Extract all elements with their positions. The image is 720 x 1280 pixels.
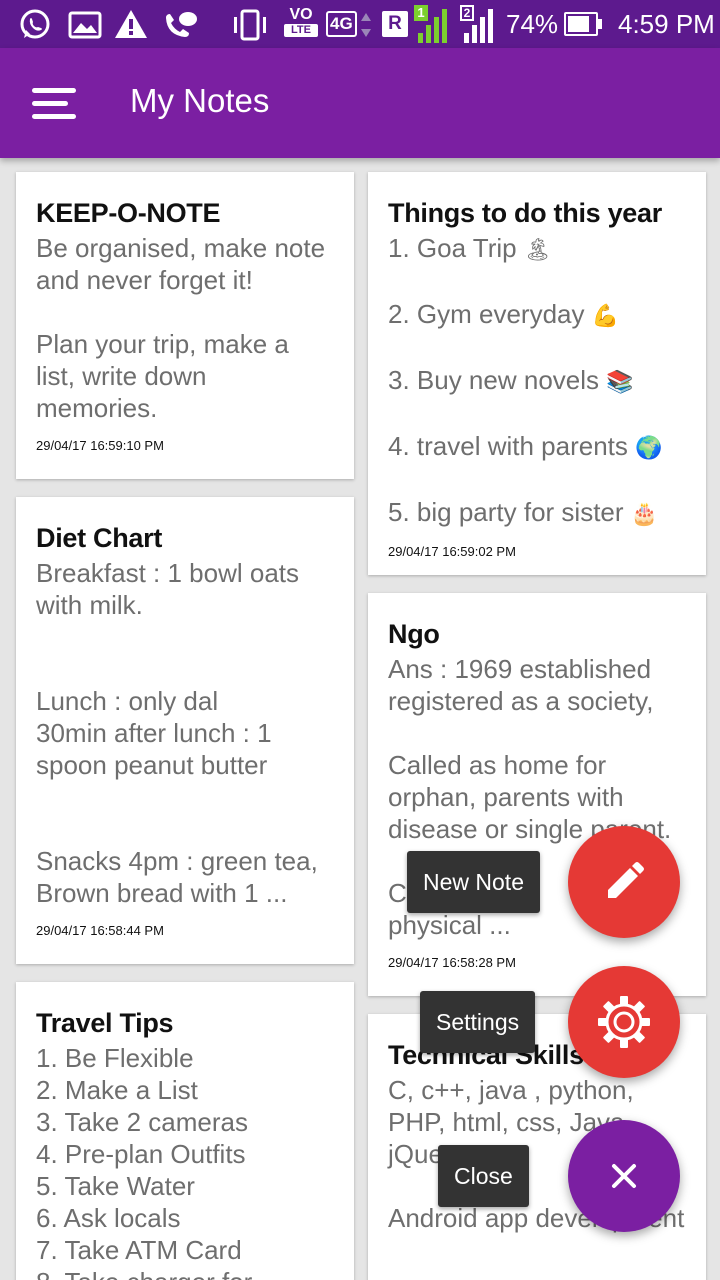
data-arrows-icon	[361, 13, 371, 37]
note-card[interactable]: Things to do this year 1. Goa Trip 🏝 2. …	[368, 172, 706, 575]
note-title: Things to do this year	[388, 198, 662, 228]
island-icon: 🏝	[523, 237, 552, 262]
4g-icon: 4G	[326, 11, 357, 37]
muscle-icon: 💪	[591, 303, 620, 328]
battery-icon	[564, 12, 604, 36]
app-title: My Notes	[130, 82, 270, 119]
settings-label[interactable]: Settings	[420, 991, 536, 1053]
warning-icon	[115, 10, 147, 38]
close-icon	[612, 1164, 636, 1188]
note-card[interactable]: KEEP-O-NOTE Be organised, make note and …	[16, 172, 354, 479]
gear-icon	[598, 996, 650, 1048]
pencil-icon	[608, 862, 644, 898]
app-bar: My Notes	[0, 48, 720, 158]
missed-call-icon	[166, 12, 197, 37]
settings-button[interactable]	[568, 966, 680, 1078]
note-title: KEEP-O-NOTE	[36, 198, 221, 228]
battery-percent: 74%	[506, 9, 559, 39]
note-date: 29/04/17 16:59:10 PM	[36, 438, 164, 453]
close-button[interactable]	[568, 1120, 680, 1232]
note-card[interactable]: Travel Tips 1. Be Flexible 2. Make a Lis…	[16, 982, 354, 1280]
vibrate-icon	[234, 9, 266, 41]
cake-icon: 🎂	[630, 501, 659, 526]
note-list-item: 5. big party for sister 🎂	[388, 497, 659, 527]
note-body: Be organised, make note and never forget…	[36, 233, 326, 423]
note-card[interactable]: Diet Chart Breakfast : 1 bowl oats with …	[16, 497, 354, 964]
signal-sim1-icon: 1	[414, 5, 454, 43]
note-body: Breakfast : 1 bowl oats with milk. Lunch…	[36, 558, 318, 908]
status-bar: VO LTE 4G R 1 2 74% 4:59 PM	[0, 0, 720, 48]
close-label[interactable]: Close	[438, 1145, 529, 1207]
whatsapp-icon	[20, 9, 50, 39]
status-time: 4:59 PM	[618, 9, 715, 39]
books-icon: 📚	[606, 369, 634, 394]
note-title: Ngo	[388, 619, 440, 649]
note-body: 1. Be Flexible 2. Make a List 3. Take 2 …	[36, 1043, 252, 1280]
note-list-item: 4. travel with parents 🌍	[388, 431, 663, 461]
signal-sim2-icon: 2	[460, 5, 500, 43]
volte-icon: VO LTE	[284, 6, 318, 44]
note-card[interactable]: Ngo Ans : 1969 established registered as…	[368, 593, 706, 996]
note-title: Diet Chart	[36, 523, 163, 553]
new-note-label[interactable]: New Note	[407, 851, 540, 913]
note-title: Travel Tips	[36, 1008, 174, 1038]
hamburger-icon[interactable]	[32, 86, 78, 120]
gallery-icon	[68, 11, 102, 39]
note-list-item: 3. Buy new novels 📚	[388, 365, 634, 395]
note-list-item: 2. Gym everyday 💪	[388, 299, 620, 329]
note-date: 29/04/17 16:58:44 PM	[36, 923, 164, 938]
roaming-icon: R	[382, 11, 408, 37]
note-list-item: 1. Goa Trip 🏝	[388, 233, 552, 263]
notes-grid: KEEP-O-NOTE Be organised, make note and …	[0, 158, 720, 1280]
note-date: 29/04/17 16:59:02 PM	[388, 544, 516, 559]
new-note-button[interactable]	[568, 826, 680, 938]
globe-icon: 🌍	[635, 435, 663, 460]
